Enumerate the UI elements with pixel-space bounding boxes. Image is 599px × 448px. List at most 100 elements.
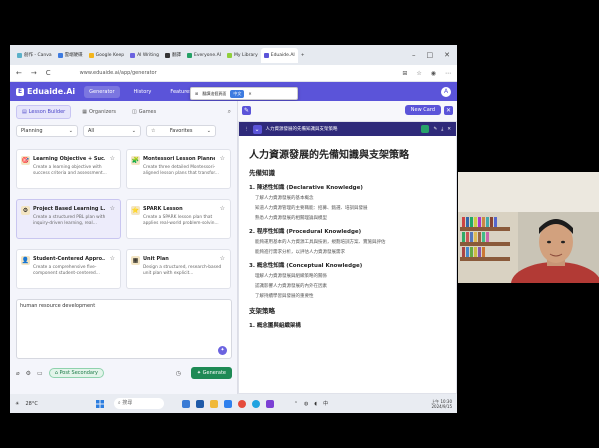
settings-icon[interactable]: ⚙	[26, 370, 31, 377]
forward-button[interactable]: →	[31, 69, 37, 77]
browser-tab[interactable]: 創作 - Canva	[14, 48, 55, 63]
card-title: Learning Objective + Suc...	[33, 156, 105, 162]
tab-organizers[interactable]: ▦ Organizers	[77, 106, 121, 118]
attach-icon[interactable]: ⌀	[16, 370, 20, 377]
browser-tab-active[interactable]: Eduaide.AI	[260, 47, 298, 63]
template-card-selected[interactable]: ⚙ Project Based Learning L... ☆ Create a…	[16, 199, 121, 239]
network-icon[interactable]: ◍	[304, 401, 308, 407]
popup-close-button[interactable]: ✕	[248, 91, 251, 96]
tab-games[interactable]: ◫ Games	[127, 106, 161, 118]
card-description: Create three detailed Montessori-aligned…	[143, 165, 219, 176]
translate-icon[interactable]: ⊞	[402, 70, 407, 77]
browser-tab[interactable]: 翻譯	[162, 48, 184, 63]
back-button[interactable]: ←	[16, 69, 22, 77]
browser-tab[interactable]: Everyone.AI	[184, 48, 224, 63]
tab-favicon-icon	[88, 52, 94, 58]
clock-icon[interactable]: ◷	[176, 370, 181, 377]
reload-button[interactable]: C	[46, 69, 51, 77]
favorite-star-icon[interactable]: ☆	[220, 155, 225, 162]
profile-icon[interactable]: ◉	[431, 70, 436, 77]
new-tab-button[interactable]: +	[298, 48, 308, 63]
prompt-textarea[interactable]: human resource development ✦	[16, 299, 232, 359]
search-icon[interactable]: ⌕	[228, 108, 231, 116]
copy-icon[interactable]	[421, 125, 430, 133]
grade-level-pill[interactable]: ⌂ Post Secondary	[48, 368, 104, 378]
pencil-icon[interactable]: ✎	[433, 127, 437, 132]
bookmark-star-icon[interactable]: ☆	[416, 70, 421, 77]
card-title: Student-Centered Appro...	[33, 256, 105, 262]
chevron-down-icon[interactable]: ⌄	[252, 124, 262, 134]
category-select[interactable]: All ⌄	[83, 125, 141, 137]
url-field[interactable]: www.eduaide.ai/app/generator	[80, 70, 157, 76]
menu-dots-icon[interactable]: ⋯	[445, 70, 451, 77]
template-card[interactable]: ▦ Unit Plan ☆ Design a structured, resea…	[126, 249, 231, 289]
tab-lesson-builder[interactable]: ▤ Lesson Builder	[16, 105, 72, 119]
close-panel-icon[interactable]: ✕	[444, 105, 453, 115]
taskview-icon[interactable]	[195, 399, 204, 408]
favorite-star-icon[interactable]: ☆	[110, 205, 115, 212]
edit-icon[interactable]: ✎	[242, 105, 251, 115]
favorite-star-icon[interactable]: ☆	[110, 155, 115, 162]
window-controls: – □ ✕	[412, 51, 457, 59]
gear-icon: ⚙	[21, 206, 30, 215]
document-tab-title: 人力資源發展的先備知識與支架策略	[265, 127, 338, 132]
student-icon: 👤	[21, 256, 30, 265]
ai-assist-button[interactable]: ✦	[218, 346, 227, 355]
list-item: 了解人力資源發展的基本概念	[255, 196, 314, 201]
menu-icon[interactable]: ⋮	[244, 127, 249, 132]
browser-tab[interactable]: My Library	[224, 48, 261, 63]
volume-icon[interactable]: ◖	[314, 401, 317, 407]
meet-app-icon[interactable]	[181, 399, 190, 408]
unit-plan-icon: ▦	[131, 256, 140, 265]
favorite-star-icon[interactable]: ☆	[220, 255, 225, 262]
card-title: Unit Plan	[143, 256, 169, 262]
tab-favicon-icon	[165, 52, 171, 58]
input-method-icon[interactable]: 中	[323, 400, 328, 407]
maximize-button[interactable]: □	[427, 51, 434, 59]
app-logo[interactable]: E Eduaide.Ai	[16, 87, 75, 96]
list-item: 能夠進行需求分析，以評估人力資源發展需求	[255, 250, 345, 255]
favorites-filter[interactable]: ☆ Favorites ⌄	[146, 125, 216, 137]
generate-button[interactable]: ✦ Generate	[190, 367, 232, 379]
download-icon[interactable]: ⤓	[441, 126, 443, 132]
taskbar-search[interactable]: ⌕ 搜尋	[113, 398, 164, 409]
close-window-button[interactable]: ✕	[444, 51, 450, 59]
favorite-star-icon[interactable]: ☆	[110, 255, 115, 262]
subsection-heading: 1. 陳述性知識 (Declarative Knowledge)	[249, 185, 363, 191]
chrome-icon[interactable]	[237, 399, 246, 408]
document-icon[interactable]: ▭	[37, 370, 43, 377]
weather-icon[interactable]: ☀	[15, 401, 19, 407]
template-card[interactable]: 🎯 Learning Objective + Suc... ☆ Create a…	[16, 149, 121, 189]
card-title: Project Based Learning L...	[33, 206, 105, 212]
tray-chevron-icon[interactable]: ⌃	[294, 401, 298, 407]
minimize-button[interactable]: –	[412, 51, 416, 59]
template-card[interactable]: 👤 Student-Centered Appro... ☆ Create a c…	[16, 249, 121, 289]
taskbar-clock[interactable]: 上午 10:30 2024/9/15	[431, 399, 452, 409]
nav-generator[interactable]: Generator	[84, 85, 120, 98]
close-icon[interactable]: ✕	[447, 127, 451, 132]
edge-icon[interactable]	[251, 399, 260, 408]
tab-favicon-icon	[17, 52, 22, 58]
planning-select[interactable]: Planning ⌄	[16, 125, 78, 137]
card-description: Create a comprehensive five-component st…	[33, 265, 100, 276]
template-card[interactable]: ⭐ SPARK Lesson ☆ Create a SPARK lesson p…	[126, 199, 231, 239]
document-body: 人力資源發展的先備知識與支架策略 先備知識 1. 陳述性知識 (Declarat…	[239, 136, 456, 335]
start-icon[interactable]	[95, 399, 104, 408]
subsection-heading: 3. 概念性知識 (Conceptual Knowledge)	[249, 263, 363, 269]
grid-icon: ▦	[82, 109, 87, 115]
file-explorer-icon[interactable]	[209, 399, 218, 408]
avatar[interactable]: A	[441, 86, 451, 97]
browser-tab[interactable]: Google Keep	[86, 48, 127, 63]
browser-tab[interactable]: AI Writing	[127, 48, 162, 63]
app-icon[interactable]	[265, 399, 274, 408]
list-item: 認識影響人力資源發展的內外在因素	[255, 284, 327, 289]
browser-tab[interactable]: 雲端硬碟	[55, 48, 86, 63]
store-icon[interactable]	[223, 399, 232, 408]
section-heading: 先備知識	[249, 169, 275, 177]
template-card[interactable]: 🧩 Montessori Lesson Planner ☆ Create thr…	[126, 149, 231, 189]
new-card-button[interactable]: New Card	[404, 105, 441, 115]
favorite-star-icon[interactable]: ☆	[220, 205, 225, 212]
right-panel: ✎ New Card ✕ ⋮ ⌄ 人力資源發展的先備知識與支架策略 ✎ ⤓ ✕ …	[238, 101, 457, 394]
language-chip[interactable]: 中文	[230, 89, 245, 98]
nav-history[interactable]: History	[129, 86, 157, 98]
